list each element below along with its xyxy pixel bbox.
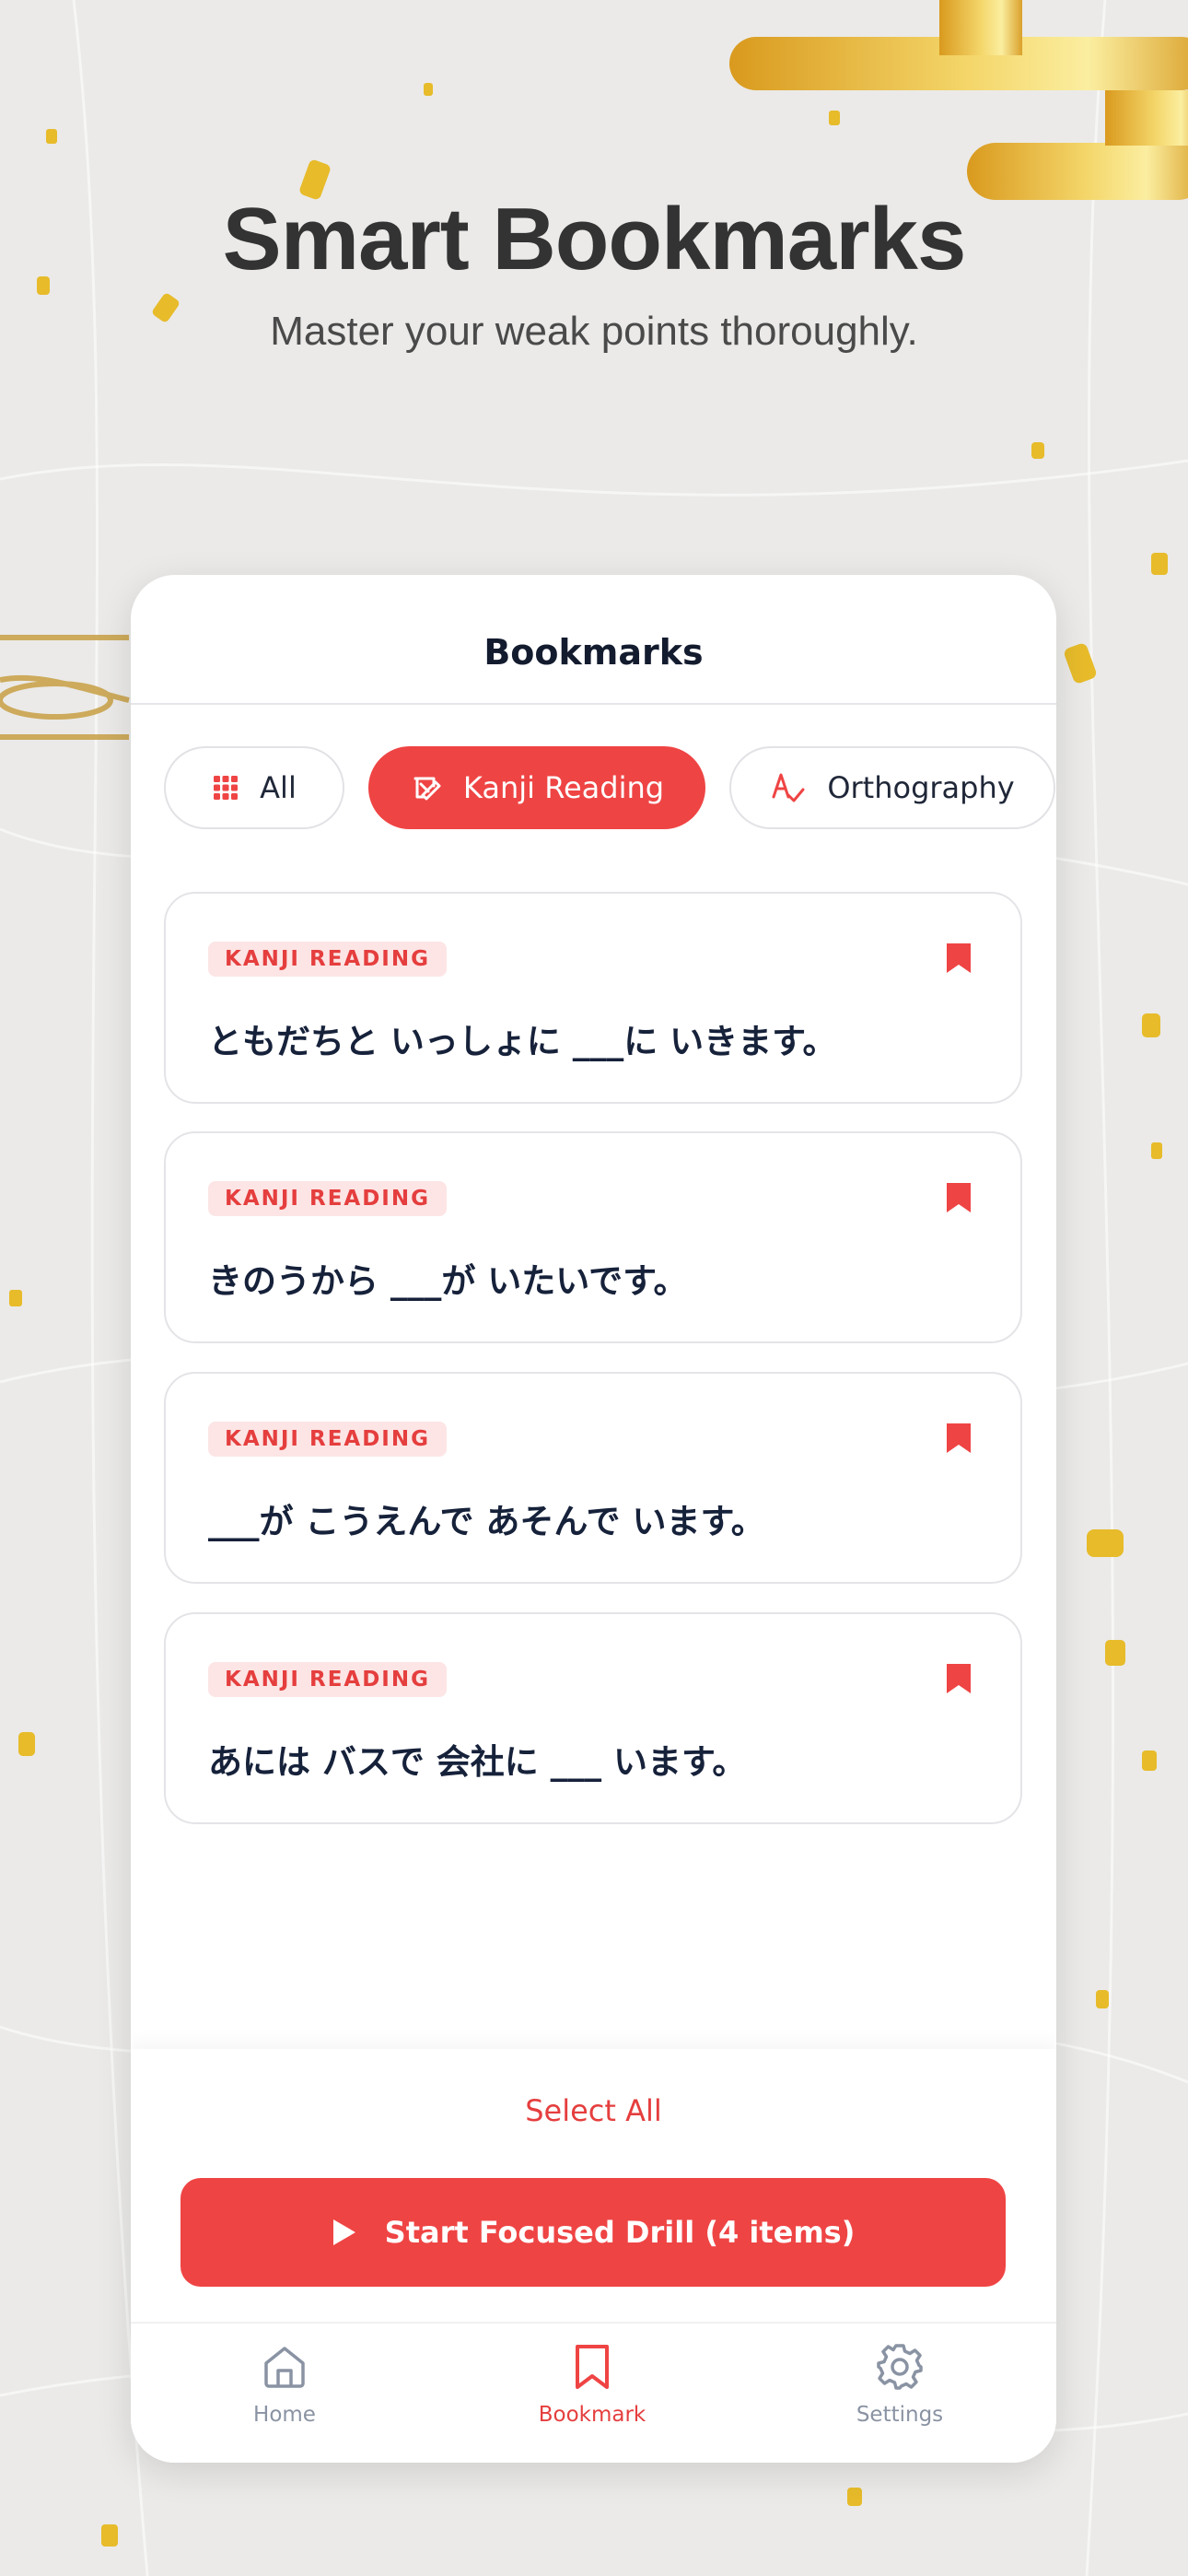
orthography-icon [770,771,807,804]
category-badge: KANJI READING [208,1422,447,1457]
question-sentence: あには バスで 会社に ___ います。 [208,1742,747,1782]
tabbar-bookmark[interactable]: Bookmark [491,2338,693,2427]
category-badge: KANJI READING [208,1181,447,1216]
hero-subtitle: Master your weak points thoroughly. [270,309,918,354]
bookmark-card[interactable]: KANJI READING ともだちと いっしょに ___に いきます。 [164,892,1022,1104]
tab-all[interactable]: All [164,746,344,829]
question-sentence: きのうから ___が いたいです。 [208,1261,688,1301]
bookmark-card[interactable]: KANJI READING きのうから ___が いたいです。 [164,1131,1022,1343]
grid-icon [212,774,239,802]
tabbar-bookmark-label: Bookmark [538,2403,646,2427]
app-screen: Bookmarks All Kanji Reading Orthography … [131,575,1056,2463]
play-icon [332,2218,357,2247]
home-icon [183,2338,386,2395]
start-drill-label: Start Focused Drill (4 items) [384,2215,856,2250]
tabbar-home-label: Home [253,2403,316,2427]
bookmark-filled-icon[interactable] [945,1422,973,1458]
start-drill-button[interactable]: Start Focused Drill (4 items) [181,2178,1006,2287]
action-panel: Select All Start Focused Drill (4 items) [131,2049,1056,2322]
bookmark-filled-icon[interactable] [945,942,973,978]
tab-orthography-label: Orthography [827,770,1015,805]
bookmark-icon [491,2338,693,2395]
tabbar-settings[interactable]: Settings [798,2338,1001,2427]
bottom-tab-bar: Home Bookmark Settings [131,2322,1056,2463]
bookmark-filled-icon[interactable] [945,1181,973,1218]
bookmark-card[interactable]: KANJI READING ___が こうえんで あそんで います。 [164,1372,1022,1584]
tabbar-home[interactable]: Home [183,2338,386,2427]
page-title: Bookmarks [483,632,704,673]
tab-orthography[interactable]: Orthography [729,746,1055,829]
tab-kanji-reading[interactable]: Kanji Reading [368,746,705,829]
question-sentence: ともだちと いっしょに ___に いきます。 [208,1022,837,1061]
category-tabs: All Kanji Reading Orthography [164,746,1056,833]
settings-icon [798,2338,1001,2395]
bookmark-card[interactable]: KANJI READING あには バスで 会社に ___ います。 [164,1612,1022,1824]
tab-all-label: All [260,770,297,805]
question-sentence: ___が こうえんで あそんで います。 [208,1502,765,1541]
tab-kanji-reading-label: Kanji Reading [462,770,665,805]
tabbar-settings-label: Settings [856,2403,944,2427]
nav-divider [131,703,1056,705]
category-badge: KANJI READING [208,1662,447,1697]
bookmark-filled-icon[interactable] [945,1662,973,1699]
hero-title: Smart Bookmarks [222,190,967,288]
select-all-button[interactable]: Select All [131,2093,1056,2128]
category-badge: KANJI READING [208,942,447,977]
kanji-pen-icon [410,771,443,804]
